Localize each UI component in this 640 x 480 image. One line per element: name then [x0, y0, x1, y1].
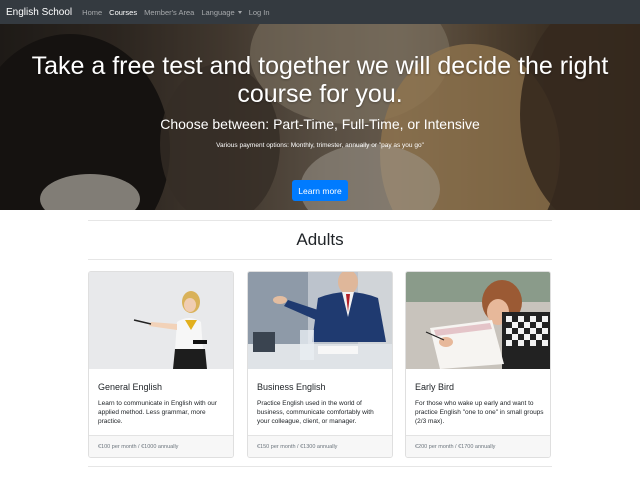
card-price: €200 per month / €1700 annually — [406, 435, 550, 457]
nav-item-courses[interactable]: Courses — [109, 8, 137, 17]
course-card-business-english[interactable]: Business English Practice English used i… — [247, 271, 393, 458]
hero-banner: Take a free test and together we will de… — [0, 24, 640, 210]
hero-payment-note: Various payment options: Monthly, trimes… — [216, 142, 424, 149]
divider-bottom — [88, 466, 552, 467]
divider-top — [88, 220, 552, 221]
brand-logo-text[interactable]: English School — [6, 7, 72, 18]
card-image-teacher — [89, 272, 233, 369]
card-text: Learn to communicate in English with our… — [98, 400, 217, 425]
hero-subtitle: Choose between: Part-Time, Full-Time, or… — [0, 116, 640, 132]
hero-subtitle-options: Part-Time, Full-Time, or Intensive — [273, 116, 480, 132]
divider-middle — [88, 259, 552, 260]
card-title: Early Bird — [415, 382, 455, 392]
card-title: Business English — [257, 382, 326, 392]
card-text: For those who wake up early and want to … — [415, 400, 544, 425]
chevron-down-icon — [237, 11, 242, 15]
card-price: €100 per month / €1000 annually — [89, 435, 233, 457]
card-title: General English — [98, 382, 163, 392]
nav-item-login[interactable]: Log In — [249, 8, 270, 17]
hero-title: Take a free test and together we will de… — [31, 52, 609, 108]
hero-subtitle-prefix: Choose between: — [160, 116, 274, 132]
learn-more-button[interactable]: Learn more — [292, 180, 348, 201]
course-card-early-bird[interactable]: Early Bird For those who wake up early a… — [405, 271, 551, 458]
top-navbar: English School Home Courses Member's Are… — [0, 0, 640, 24]
card-price: €150 per month / €1300 annually — [248, 435, 392, 457]
nav-item-home[interactable]: Home — [82, 8, 102, 17]
card-image-student — [406, 272, 550, 369]
nav-item-language-label: Language — [201, 7, 235, 17]
nav-item-language-dropdown[interactable]: Language — [201, 7, 242, 17]
card-image-businessman — [248, 272, 392, 369]
section-title: Adults — [296, 230, 344, 249]
card-text: Practice English used in the world of bu… — [257, 400, 374, 425]
course-card-general-english[interactable]: General English Learn to communicate in … — [88, 271, 234, 458]
nav-item-members-area[interactable]: Member's Area — [144, 8, 194, 17]
